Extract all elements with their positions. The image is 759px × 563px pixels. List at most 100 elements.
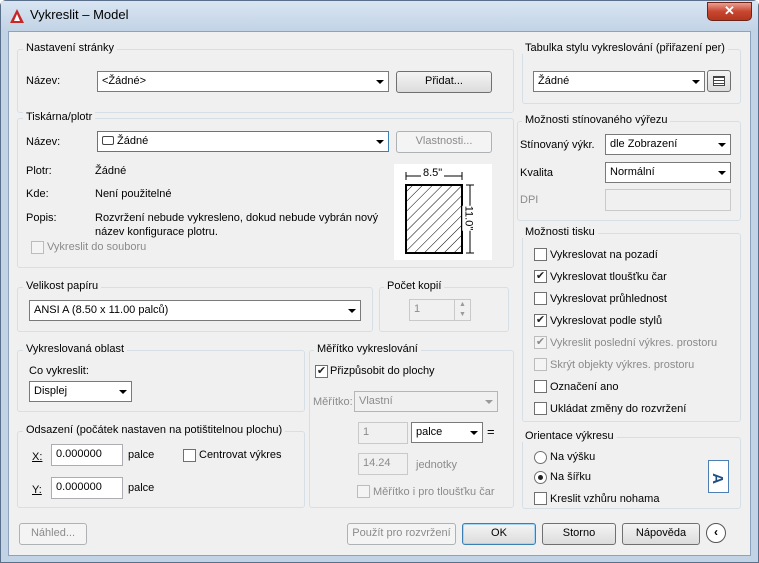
chevron-down-icon [485, 400, 493, 404]
chevron-down-icon [692, 80, 700, 84]
offset-x-input[interactable]: 0.000000 [51, 444, 123, 466]
portrait-label: Na výšku [550, 451, 596, 463]
chevron-down-icon [376, 80, 384, 84]
help-button[interactable]: Nápověda [622, 523, 700, 545]
scale-value2: 14.24 [363, 457, 391, 469]
paper-size-title: Velikost papíru [23, 280, 102, 292]
autocad-logo-icon [10, 9, 24, 23]
plot-area-title: Vykreslovaná oblast [23, 343, 128, 355]
fit-to-paper-checkbox[interactable]: ✔ [315, 365, 328, 378]
plot-option-checkbox[interactable] [534, 380, 547, 393]
quality-select[interactable]: Normální [605, 162, 731, 183]
edit-plot-style-button[interactable] [707, 70, 731, 92]
scale-lineweights-checkbox[interactable] [357, 485, 370, 498]
scale-unit2: jednotky [416, 459, 457, 471]
paper-height-label: 11.0" [462, 205, 475, 231]
plot-scale-title: Měřítko vykreslování [314, 343, 421, 355]
plotter-name-label: Název: [26, 136, 61, 148]
plot-option-checkbox[interactable] [534, 358, 547, 371]
apply-to-layout-button[interactable]: Použít pro rozvržení [347, 523, 456, 545]
scale-value: Vlastní [359, 395, 393, 407]
scale-lineweights-label: Měřítko i pro tloušťku čar [373, 486, 495, 498]
offset-x-unit: palce [128, 449, 155, 461]
plotter-where-label: Kde: [26, 188, 49, 200]
paper-size-select[interactable]: ANSI A (8.50 x 11.00 palců) [29, 300, 361, 321]
title-bar[interactable]: Vykreslit – Model ✕ [1, 1, 758, 31]
preview-button[interactable]: Náhled... [19, 523, 87, 545]
offset-y-unit: palce [128, 482, 155, 494]
plot-style-table-select[interactable]: Žádné [533, 71, 705, 92]
plotter-type-value: Žádné [95, 165, 127, 177]
chevron-down-icon [470, 431, 478, 435]
chevron-down-icon [348, 309, 356, 313]
plot-what-label: Co vykreslit: [29, 365, 89, 377]
copies-value: 1 [414, 303, 421, 315]
portrait-radio[interactable] [534, 451, 547, 464]
orientation-preview-icon: A [708, 460, 729, 493]
page-setup-name-label: Název: [26, 75, 61, 87]
close-button[interactable]: ✕ [707, 2, 752, 21]
center-plot-label: Centrovat výkres [199, 449, 282, 461]
copies-spinner[interactable]: ▲ ▼ [454, 300, 470, 320]
scale-value2-input[interactable]: 14.24 [358, 453, 408, 475]
page-setup-name-select[interactable]: <Žádné> [97, 71, 389, 92]
offset-y-value: 0.000000 [56, 481, 102, 493]
collapse-options-button[interactable]: ‹ [706, 523, 726, 543]
plotter-name-select[interactable]: Žádné [97, 131, 389, 152]
plotter-where-value: Není použitelné [95, 188, 172, 200]
scale-value1-input[interactable]: 1 [358, 422, 408, 444]
offset-y-input[interactable]: 0.000000 [51, 477, 123, 499]
scale-unit-value: palce [416, 426, 443, 438]
plot-option-label: Ukládat změny do rozvržení [550, 403, 687, 415]
upside-down-checkbox[interactable] [534, 492, 547, 505]
plot-option-checkbox[interactable]: ✔ [534, 314, 547, 327]
chevron-down-icon [119, 390, 127, 394]
landscape-label: Na šířku [550, 471, 591, 483]
edit-style-icon [713, 76, 725, 86]
plot-option-checkbox[interactable]: ✔ [534, 270, 547, 283]
dpi-input[interactable] [605, 189, 731, 211]
landscape-radio[interactable] [534, 471, 547, 484]
plot-what-select[interactable]: Displej [29, 381, 132, 402]
plot-option-checkbox[interactable] [534, 292, 547, 305]
plot-to-file-checkbox[interactable] [31, 241, 44, 254]
scale-select[interactable]: Vlastní [354, 391, 498, 412]
paper-width-label: 8.5" [421, 167, 445, 179]
plot-option-label: Vykreslovat na pozadí [550, 249, 658, 261]
scale-label: Měřítko: [313, 396, 353, 408]
quality-label: Kvalita [520, 167, 554, 179]
window-title: Vykreslit – Model [30, 7, 129, 22]
offset-y-label: Y: [32, 484, 42, 496]
plot-option-label: Vykreslit poslední výkres. prostoru [550, 337, 718, 349]
ok-button[interactable]: OK [462, 523, 536, 545]
plot-style-table-title: Tabulka stylu vykreslování (přiřazení pe… [522, 42, 728, 54]
plotter-type-label: Plotr: [26, 165, 52, 177]
plotter-description-label: Popis: [26, 212, 57, 224]
plot-to-file-label: Vykreslit do souboru [47, 241, 147, 253]
plot-option-checkbox[interactable]: ✔ [534, 336, 547, 349]
plotter-properties-button[interactable]: Vlastnosti... [396, 131, 492, 153]
chevron-down-icon [718, 171, 726, 175]
plot-option-checkbox[interactable] [534, 402, 547, 415]
chevron-down-icon [376, 140, 384, 144]
plot-option-checkbox[interactable] [534, 248, 547, 261]
plot-what-value: Displej [34, 385, 68, 397]
center-plot-checkbox[interactable] [183, 449, 196, 462]
plotter-description-line1: Rozvržení nebude vykresleno, dokud nebud… [95, 212, 379, 224]
chevron-left-icon: ‹ [714, 525, 718, 539]
plot-options-title: Možnosti tisku [522, 226, 598, 238]
add-page-setup-button[interactable]: Přidat... [396, 71, 492, 93]
dpi-label: DPI [520, 194, 539, 206]
copies-input[interactable]: 1 ▲ ▼ [409, 299, 471, 321]
plot-option-label: Označení ano [550, 381, 619, 393]
plot-options-group [522, 233, 741, 422]
shade-plot-label: Stínovaný výkr. [520, 139, 595, 151]
plot-option-label: Vykreslovat tloušťku čar [550, 271, 667, 283]
cancel-button[interactable]: Storno [542, 523, 616, 545]
scale-unit-select[interactable]: palce [411, 422, 483, 443]
quality-value: Normální [610, 166, 655, 178]
plot-option-label: Skrýt objekty výkres. prostoru [550, 359, 695, 371]
plotter-name-value: Žádné [117, 135, 149, 147]
shade-plot-select[interactable]: dle Zobrazení [605, 134, 731, 155]
scale-value1: 1 [363, 426, 370, 438]
